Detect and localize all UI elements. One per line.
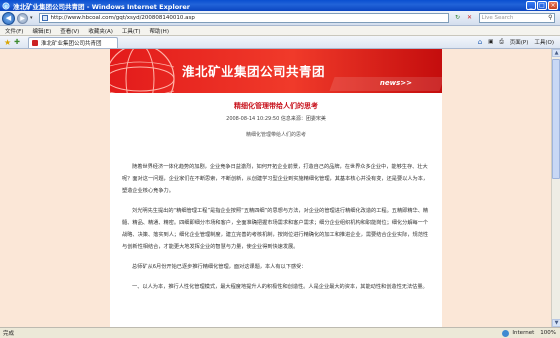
address-input[interactable]: http://www.hbcoal.com/gqt/xsyd/200808140… [38, 13, 449, 23]
forward-button[interactable]: ▶ [17, 12, 28, 24]
internet-explorer-icon: e [2, 1, 10, 10]
status-text: 完成 [3, 331, 15, 337]
menu-view[interactable]: 查看(V) [60, 27, 79, 35]
vertical-scrollbar[interactable]: ▲ ▼ [551, 49, 560, 327]
article-paragraph: 刘光明先生提出的“精细管理工程”是指企业按照“五精四细”的思想与方法，对企业的管… [122, 208, 429, 250]
stop-icon[interactable]: ✕ [465, 13, 475, 23]
article-body: 随着世界经济一体化趋势的加剧，企业竞争日益激烈，如何开拓企业前景，打造自己的品牌… [122, 161, 432, 301]
favicon-icon [32, 39, 39, 46]
history-dropdown-icon[interactable]: ▾ [30, 15, 33, 21]
scroll-down-icon[interactable]: ▼ [552, 319, 560, 327]
search-input[interactable]: Live Search ⚲ [478, 13, 555, 23]
window-title-bar: e 淮北矿业集团公司共青团 - Windows Internet Explore… [0, 0, 560, 11]
internet-zone-icon [502, 329, 510, 337]
favorites-star-icon[interactable]: ★ [4, 38, 11, 47]
svg-text:e: e [4, 4, 8, 10]
menu-edit[interactable]: 编辑(E) [32, 27, 51, 35]
window-title: 淮北矿业集团公司共青团 - Windows Internet Explorer [13, 2, 190, 11]
tab-label: 淮北矿业集团公司共青团 [41, 40, 102, 47]
tab-active[interactable]: 淮北矿业集团公司共青团 [28, 36, 119, 48]
maximize-button[interactable]: □ [537, 1, 547, 10]
command-bar: ⌂ ▣ ⎙ 页面(P) 工具(O) [478, 38, 560, 46]
scroll-up-icon[interactable]: ▲ [552, 49, 560, 57]
article-paragraph: 总师矿从6月份开始已逐步推行精细化管理，面对这课题，本人有以下感受： [132, 264, 307, 270]
tab-bar: ★ ✚ 淮北矿业集团公司共青团 ⌂ ▣ ⎙ 页面(P) 工具(O) [0, 36, 560, 49]
menu-file[interactable]: 文件(F) [5, 27, 23, 35]
address-url: http://www.hbcoal.com/gqt/xsyd/200808140… [50, 15, 195, 21]
menu-favorites[interactable]: 收藏夹(A) [88, 27, 113, 35]
home-icon[interactable]: ⌂ [478, 38, 482, 46]
article-paragraph: 随着世界经济一体化趋势的加剧，企业竞争日益激烈，如何开拓企业前景，打造自己的品牌… [122, 164, 429, 194]
refresh-icon[interactable]: ↻ [451, 13, 465, 23]
search-icon[interactable]: ⚲ [548, 14, 552, 22]
menu-tools[interactable]: 工具(T) [122, 27, 141, 35]
article-paragraph: 一、以人为本，推行人性化管理模式，最大程度地提升人的积极性和创造性。人是企业最大… [132, 284, 428, 290]
page-viewport: 淮北矿业集团公司共青团 news>> 精细化管理带给人们的思考 2008-08-… [0, 49, 551, 327]
close-button[interactable]: × [548, 1, 558, 10]
security-zone: Internet [502, 329, 535, 337]
back-button[interactable]: ◀ [2, 11, 15, 25]
print-icon[interactable]: ⎙ [499, 39, 503, 46]
feeds-icon[interactable]: ▣ [488, 39, 493, 45]
article-title: 精细化管理带给人们的思考 [234, 102, 318, 110]
zoom-level[interactable]: 100% [540, 330, 556, 336]
tools-menu[interactable]: 工具(O) [534, 38, 554, 46]
page-menu[interactable]: 页面(P) [510, 38, 529, 46]
site-banner: 淮北矿业集团公司共青团 news>> [110, 49, 442, 93]
add-favorites-icon[interactable]: ✚ [14, 38, 20, 46]
minimize-button[interactable]: _ [526, 1, 536, 10]
globe-logo-icon [110, 49, 175, 93]
zone-label: Internet [512, 330, 535, 336]
scroll-thumb[interactable] [552, 59, 560, 179]
address-toolbar: ◀ ▶ ▾ http://www.hbcoal.com/gqt/xsyd/200… [0, 11, 560, 26]
status-bar: 完成 Internet 100% [0, 327, 560, 338]
search-placeholder: Live Search [481, 15, 514, 21]
page-icon [41, 15, 48, 21]
article-meta: 2008-08-14 10:29:50 信息来源：团委宋美 [226, 116, 326, 122]
news-label: news>> [379, 79, 412, 87]
article-subtitle: 精细化管理带给人们的思考 [245, 132, 306, 138]
menu-bar: 文件(F) 编辑(E) 查看(V) 收藏夹(A) 工具(T) 帮助(H) [0, 26, 560, 36]
article-column: 淮北矿业集团公司共青团 news>> 精细化管理带给人们的思考 2008-08-… [110, 49, 442, 327]
site-name: 淮北矿业集团公司共青团 [182, 64, 326, 79]
menu-help[interactable]: 帮助(H) [150, 27, 169, 35]
